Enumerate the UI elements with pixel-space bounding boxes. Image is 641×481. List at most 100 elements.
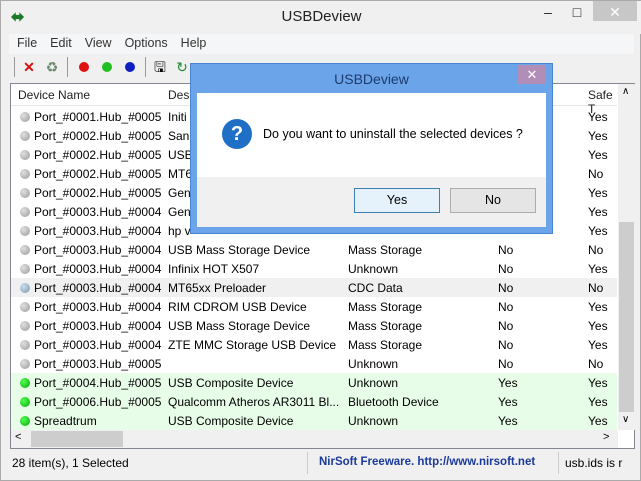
cell-device-name: Port_#0001.Hub_#0005 <box>34 110 162 124</box>
toolbar-separator <box>145 57 146 77</box>
refresh-icon[interactable]: ↻ <box>173 58 191 76</box>
table-row[interactable]: Port_#0006.Hub_#0005 Qualcomm Atheros AR… <box>11 392 617 411</box>
cell-safe-to-unplug: Yes <box>588 395 608 409</box>
cell-device-type: Unknown <box>348 262 399 276</box>
confirm-dialog: USBDeview ✕ ? Do you want to uninstall t… <box>190 63 553 234</box>
cell-connected: Yes <box>498 376 518 390</box>
connect-green-icon[interactable] <box>102 62 112 72</box>
cell-description: USB Composite Device <box>168 414 294 428</box>
cell-description: ZTE MMC Storage USB Device <box>168 338 337 352</box>
cell-description: USB Composite Device <box>168 376 294 390</box>
menu-options[interactable]: Options <box>117 34 173 50</box>
cell-safe-to-unplug: Yes <box>588 319 608 333</box>
close-button[interactable]: ✕ <box>593 1 637 21</box>
cell-device-name: Port_#0002.Hub_#0005 <box>34 148 162 162</box>
table-row[interactable]: Spreadtrum USB Composite Device Unknown … <box>11 411 617 430</box>
cell-connected: Yes <box>498 395 518 409</box>
menu-bar: File Edit View Options Help <box>9 34 634 54</box>
device-status-icon <box>20 416 30 426</box>
cell-device-name: Port_#0003.Hub_#0004 <box>34 281 162 295</box>
device-status-icon <box>20 283 30 293</box>
status-bar: 28 item(s), 1 Selected NirSoft Freeware.… <box>9 452 634 474</box>
cell-connected: No <box>498 338 514 352</box>
cell-device-name: Port_#0002.Hub_#0005 <box>34 129 162 143</box>
device-status-icon <box>20 188 30 198</box>
cell-description: Gen <box>168 205 191 219</box>
disconnect-red-icon[interactable] <box>79 62 89 72</box>
scroll-left-icon[interactable]: < <box>15 431 21 443</box>
scroll-up-icon[interactable]: ∧ <box>622 86 629 97</box>
table-row[interactable]: Port_#0003.Hub_#0005 Unknown No No <box>11 354 617 373</box>
scroll-down-icon[interactable]: ∨ <box>622 414 629 425</box>
horizontal-scrollbar[interactable]: < > <box>11 430 618 448</box>
vertical-scrollbar[interactable]: ∧ ∨ <box>618 84 635 430</box>
cell-device-name: Port_#0003.Hub_#0004 <box>34 224 162 238</box>
dialog-message: Do you want to uninstall the selected de… <box>263 127 523 141</box>
cell-safe-to-unplug: No <box>588 167 604 181</box>
device-status-icon <box>20 245 30 255</box>
cell-device-name: Port_#0003.Hub_#0004 <box>34 319 162 333</box>
minimize-button[interactable]: – <box>534 1 562 23</box>
cell-device-name: Port_#0004.Hub_#0005 <box>34 376 162 390</box>
cell-safe-to-unplug: Yes <box>588 148 608 162</box>
table-row[interactable]: Port_#0003.Hub_#0004 Infinix HOT X507 Un… <box>11 259 617 278</box>
table-row[interactable]: Port_#0003.Hub_#0004 MT65xx Preloader CD… <box>11 278 617 297</box>
cell-device-name: Port_#0003.Hub_#0005 <box>34 357 162 371</box>
cell-description: USB <box>168 148 193 162</box>
status-item-count: 28 item(s), 1 Selected <box>12 456 129 470</box>
save-icon[interactable]: 🖫 <box>151 58 169 76</box>
device-status-icon <box>20 340 30 350</box>
menu-file[interactable]: File <box>9 34 42 50</box>
table-row[interactable]: Port_#0003.Hub_#0004 USB Mass Storage De… <box>11 316 617 335</box>
cell-description: hp v <box>168 224 191 238</box>
cell-device-type: Mass Storage <box>348 300 423 314</box>
cell-description: MT65xx Preloader <box>168 281 267 295</box>
cell-safe-to-unplug: Yes <box>588 376 608 390</box>
scroll-right-icon[interactable]: > <box>603 431 609 443</box>
menu-view[interactable]: View <box>77 34 117 50</box>
cell-device-name: Port_#0003.Hub_#0004 <box>34 205 162 219</box>
status-usbids: usb.ids is r <box>565 456 623 470</box>
yes-button[interactable]: Yes <box>354 188 440 213</box>
cell-safe-to-unplug: Yes <box>588 414 608 428</box>
menu-help[interactable]: Help <box>173 34 212 50</box>
table-row[interactable]: Port_#0003.Hub_#0004 USB Mass Storage De… <box>11 240 617 259</box>
cell-safe-to-unplug: Yes <box>588 110 608 124</box>
cell-device-type: Mass Storage <box>348 243 423 257</box>
blue-dot-icon[interactable] <box>125 62 135 72</box>
cell-description: Qualcomm Atheros AR3011 Bl... <box>168 395 340 409</box>
cell-description: MT6 <box>168 167 192 181</box>
cell-device-name: Port_#0003.Hub_#0004 <box>34 338 162 352</box>
device-status-icon <box>20 359 30 369</box>
cell-description: USB Mass Storage Device <box>168 243 311 257</box>
uninstall-icon[interactable]: ✕ <box>20 58 38 76</box>
table-row[interactable]: Port_#0003.Hub_#0004 RIM CDROM USB Devic… <box>11 297 617 316</box>
dialog-close-button[interactable]: ✕ <box>518 65 546 84</box>
device-status-icon <box>20 226 30 236</box>
no-button[interactable]: No <box>450 188 536 213</box>
title-bar: ⬌ USBDeview – □ ✕ <box>1 1 641 34</box>
nirsoft-link[interactable]: NirSoft Freeware. http://www.nirsoft.net <box>319 456 535 468</box>
cell-safe-to-unplug: Yes <box>588 129 608 143</box>
cell-connected: No <box>498 243 514 257</box>
cell-device-type: Unknown <box>348 357 399 371</box>
column-device-name[interactable]: Device Name <box>18 88 90 102</box>
maximize-button[interactable]: □ <box>563 1 591 23</box>
table-row[interactable]: Port_#0004.Hub_#0005 USB Composite Devic… <box>11 373 617 392</box>
cell-device-name: Port_#0003.Hub_#0004 <box>34 243 162 257</box>
table-row[interactable]: Port_#0003.Hub_#0004 ZTE MMC Storage USB… <box>11 335 617 354</box>
menu-edit[interactable]: Edit <box>42 34 77 50</box>
toolbar-separator <box>67 57 68 77</box>
horizontal-scroll-thumb[interactable] <box>31 431 123 447</box>
device-status-icon <box>20 169 30 179</box>
cell-safe-to-unplug: Yes <box>588 205 608 219</box>
cell-device-type: Unknown <box>348 376 399 390</box>
recycle-bin-icon[interactable]: ♻ <box>43 58 61 76</box>
cell-connected: No <box>498 357 514 371</box>
cell-device-name: Port_#0003.Hub_#0004 <box>34 300 162 314</box>
vertical-scroll-thumb[interactable] <box>619 222 634 412</box>
cell-device-type: Bluetooth Device <box>348 395 439 409</box>
cell-device-type: Mass Storage <box>348 338 423 352</box>
question-icon: ? <box>222 119 252 149</box>
cell-safe-to-unplug: Yes <box>588 338 608 352</box>
